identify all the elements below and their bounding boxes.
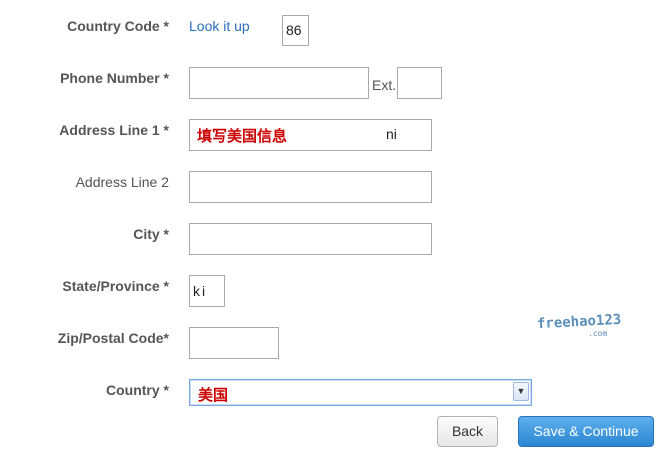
back-button[interactable]: Back — [437, 416, 498, 447]
country-select[interactable]: 美国 ▼ — [189, 379, 532, 406]
watermark-sub: .com — [588, 329, 608, 338]
zip-postal-code-label: Zip/Postal Code* — [57, 330, 169, 346]
save-continue-button[interactable]: Save & Continue — [518, 416, 654, 447]
city-input[interactable] — [189, 223, 432, 255]
country-code-input[interactable]: 86 — [282, 15, 309, 46]
address-line-1-annotation: 填写美国信息 — [197, 127, 288, 145]
ext-label: Ext. — [372, 77, 397, 93]
phone-number-input[interactable] — [189, 67, 369, 99]
address-line-2-input[interactable] — [189, 171, 432, 203]
address-line-1-input[interactable]: 填写美国信息 ni — [189, 119, 432, 151]
country-selected-value: 美国 — [198, 386, 229, 404]
state-province-input[interactable]: ki — [189, 275, 225, 307]
zip-postal-code-input[interactable] — [189, 327, 279, 359]
phone-number-label: Phone Number * — [60, 70, 169, 86]
city-label: City * — [133, 226, 169, 242]
country-code-label: Country Code * — [67, 18, 169, 34]
chevron-down-icon[interactable]: ▼ — [513, 382, 529, 401]
phone-ext-input[interactable] — [397, 67, 442, 99]
country-label: Country * — [106, 382, 169, 398]
address-line-1-label: Address Line 1 * — [59, 122, 169, 138]
address-line-2-label: Address Line 2 — [75, 174, 169, 190]
watermark-logo: freehao123 — [536, 311, 622, 333]
look-it-up-link[interactable]: Look it up — [189, 18, 250, 34]
state-province-label: State/Province * — [62, 278, 169, 294]
address-line-1-value-tail: ni — [386, 126, 397, 142]
